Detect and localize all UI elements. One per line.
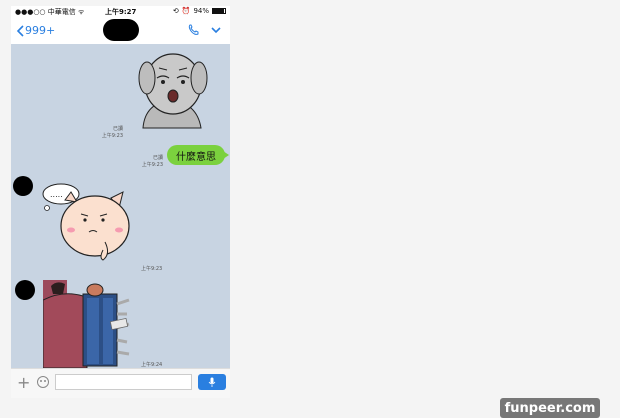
clock: 上午9:27 — [105, 8, 137, 16]
chevron-down-icon[interactable] — [210, 24, 222, 36]
message-input[interactable] — [55, 374, 192, 390]
sender-avatar[interactable] — [13, 176, 33, 196]
nav-actions — [188, 24, 222, 36]
message-meta: 已讀 上午9:23 — [131, 155, 163, 169]
nav-bar: 999+ — [11, 18, 230, 44]
carrier-label: ●●●○○ 中華電信 ᯤ — [15, 8, 85, 16]
chevron-left-icon — [16, 24, 24, 37]
emoji-icon[interactable] — [37, 376, 49, 388]
message-meta: 已讀 上午9:23 — [91, 126, 123, 140]
lock-rotation-icon: ⟲ — [172, 7, 179, 15]
message-meta: 上午9:23 — [141, 266, 177, 273]
phone-screen: ●●●○○ 中華電信 ᯤ 上午9:27 ⟲ ⏰ 94% 999+ 已讀 上午9:… — [11, 6, 230, 398]
back-button[interactable]: 999+ — [16, 24, 55, 37]
plus-icon[interactable]: + — [17, 375, 30, 391]
status-right: ⟲ ⏰ 94% — [173, 7, 226, 15]
sticker-tool-holder[interactable] — [43, 280, 133, 368]
contact-name-redacted[interactable] — [103, 19, 139, 41]
alarm-icon: ⏰ — [181, 7, 191, 15]
watermark: funpeer.com — [500, 398, 600, 418]
microphone-icon — [208, 377, 216, 387]
text-message-bubble[interactable]: 什麼意思 — [167, 145, 229, 165]
read-receipt: 已讀 — [152, 155, 163, 161]
chat-area[interactable]: 已讀 上午9:23 已讀 上午9:23 什麼意思 ..... 上午9:23 上午… — [11, 44, 230, 368]
input-bar: + — [11, 368, 230, 398]
battery-icon — [212, 8, 226, 14]
message-time: 上午9:23 — [101, 133, 123, 139]
phone-icon[interactable] — [188, 24, 200, 36]
microphone-button[interactable] — [198, 374, 226, 390]
sticker-thinking-pig[interactable]: ..... — [41, 180, 135, 266]
sticker-stressed-face[interactable] — [133, 48, 211, 132]
message-time: 上午9:23 — [141, 266, 163, 272]
status-bar: ●●●○○ 中華電信 ᯤ 上午9:27 ⟲ ⏰ 94% — [11, 6, 230, 18]
read-receipt: 已讀 — [112, 126, 123, 132]
battery-percent: 94% — [193, 7, 209, 15]
sender-avatar[interactable] — [15, 280, 35, 300]
svg-text:.....: ..... — [50, 190, 63, 199]
back-count: 999+ — [25, 24, 56, 37]
message-time: 上午9:23 — [141, 162, 163, 168]
